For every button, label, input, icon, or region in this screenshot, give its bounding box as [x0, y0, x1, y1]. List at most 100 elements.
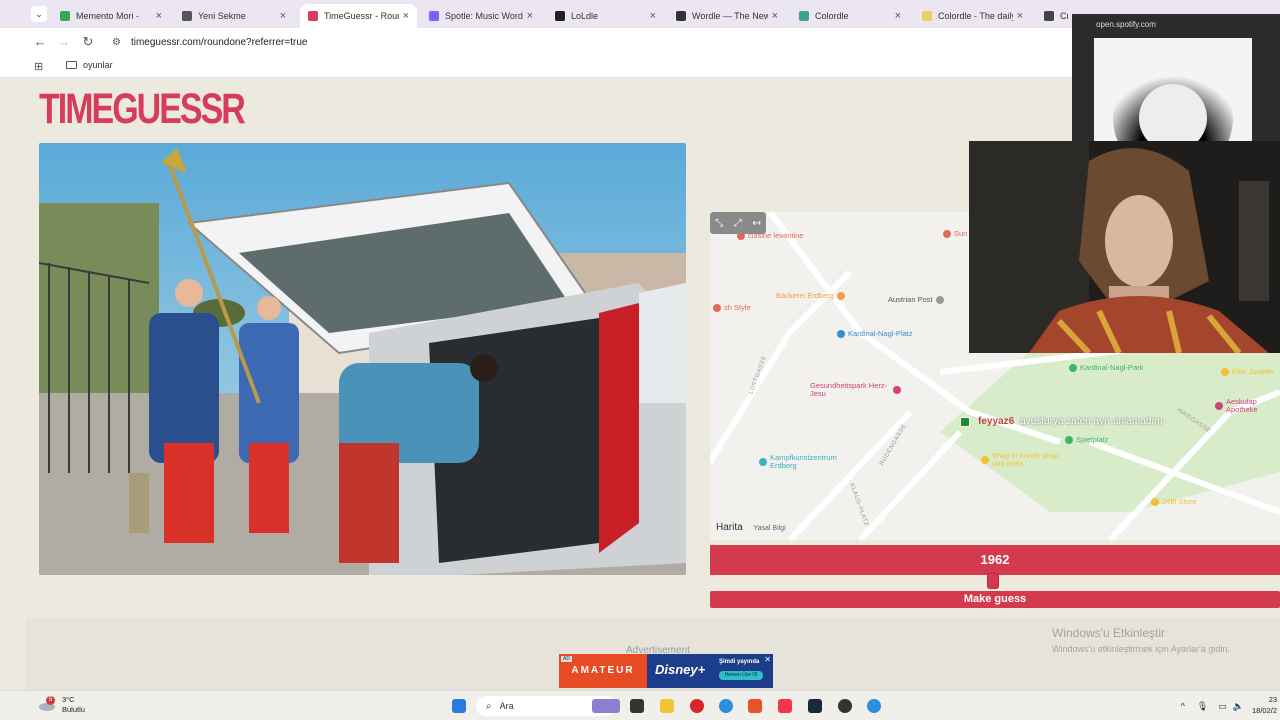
tray-chevron-icon[interactable]: ^: [1181, 701, 1185, 711]
chrome-icon[interactable]: [719, 699, 733, 713]
tab-favicon-icon: [1044, 11, 1054, 21]
map-poi[interactable]: Elite Juweler: [1218, 368, 1275, 376]
app-icon-red[interactable]: [690, 699, 704, 713]
weather-widget[interactable]: 5 3°C Bulutlu: [38, 695, 85, 715]
music-icon[interactable]: [778, 699, 792, 713]
browser-tab[interactable]: Colordle - The daily c ×: [914, 4, 1031, 28]
browser-tab[interactable]: Colordle ×: [791, 4, 909, 28]
map-controls[interactable]: ⤡ ⤢ ↤: [710, 212, 766, 234]
spotify-mini-player[interactable]: open.spotify.com: [1072, 14, 1280, 142]
taskbar-clock[interactable]: 23 18/02/2: [1252, 694, 1277, 716]
map-poi[interactable]: Aeskulap Apotheke: [1212, 398, 1280, 414]
tab-close-icon[interactable]: ×: [527, 10, 533, 22]
disney-plus-ad[interactable]: AMATEUR AD Disney+ Şimdi yayında Hemen Ü…: [559, 654, 773, 688]
mic-icon[interactable]: 🎙: [1197, 701, 1208, 712]
apps-grid-icon[interactable]: ⊞: [34, 60, 43, 73]
network-icon[interactable]: ▭: [1218, 701, 1227, 712]
map-poi[interactable]: Austrian Post: [888, 296, 947, 304]
windows-activation-watermark: Windows'u Etkinleştir Windows'u etkinleş…: [1052, 626, 1230, 654]
tab-close-icon[interactable]: ×: [895, 10, 901, 22]
spotify-url: open.spotify.com: [1096, 20, 1156, 29]
volume-icon[interactable]: 🔈: [1233, 701, 1244, 712]
tab-favicon-icon: [429, 11, 439, 21]
tab-close-icon[interactable]: ×: [650, 10, 656, 22]
poi-marker-icon: [1069, 364, 1077, 372]
poi-label: Spielplatz: [1076, 435, 1109, 444]
browser-tab[interactable]: TimeGuessr - Round ×: [300, 4, 417, 28]
tab-close-icon[interactable]: ×: [772, 10, 778, 22]
tab-close-icon[interactable]: ×: [280, 10, 286, 22]
tab-close-icon[interactable]: ×: [1017, 10, 1023, 22]
file-explorer-icon[interactable]: [660, 699, 674, 713]
poi-marker-icon: [1221, 368, 1229, 376]
widgets-icon[interactable]: [592, 699, 620, 713]
poi-label: Kardinal-Nagl-Platz: [848, 329, 913, 338]
tab-title: Memento Mori -: [76, 11, 140, 21]
tab-favicon-icon: [799, 11, 809, 21]
round-photo: [39, 143, 686, 575]
pin-map-icon[interactable]: ↤: [752, 218, 760, 229]
album-art: [1094, 38, 1252, 142]
map-poi[interactable]: sh Style: [710, 304, 751, 312]
tab-favicon-icon: [676, 11, 686, 21]
poi-marker-icon: [1065, 436, 1073, 444]
legal-link[interactable]: Yasal Bilgi: [753, 525, 785, 532]
expand-map-icon[interactable]: ⤡: [715, 218, 723, 229]
map-poi[interactable]: Kardinal-Nagl-Platz: [834, 330, 913, 338]
poi-label: Gesundheitspark Herz-Jesu: [810, 381, 888, 398]
cloud-icon: 5: [38, 696, 56, 712]
steam-icon[interactable]: [808, 699, 822, 713]
poi-marker-icon: [981, 456, 989, 464]
notification-badge: 5: [46, 696, 55, 705]
map-poi[interactable]: Bäckerei Erdberg: [776, 292, 848, 300]
map-poi[interactable]: Kampfkunstzentrum Erdberg: [756, 454, 850, 470]
ad-close-icon[interactable]: ✕: [764, 655, 771, 664]
map-poi[interactable]: Shop in handy shop und mehr: [978, 452, 1072, 468]
stream-chat-overlay: feyyaz6 avusturya zaten ayrı anlamadım: [960, 416, 1162, 427]
map-attribution[interactable]: Harita Yasal Bilgi: [716, 522, 786, 533]
poi-marker-icon: [935, 296, 944, 304]
weather-temp: 3°C: [62, 695, 75, 704]
obs-icon[interactable]: [838, 699, 852, 713]
poi-label: Kardinal-Nagl-Park: [1080, 363, 1144, 372]
browser-tab[interactable]: Wordle — The New Y ×: [668, 4, 786, 28]
shrink-map-icon[interactable]: ⤢: [734, 218, 742, 229]
task-view-icon[interactable]: [630, 699, 644, 713]
ad-cta-button[interactable]: Hemen Üye Ol: [719, 671, 763, 680]
bookmark-folder[interactable]: oyunlar: [66, 60, 113, 70]
timeguessr-logo[interactable]: TIMEGUESSR: [39, 83, 246, 136]
tab-title: Spotle: Music Wordle: [445, 11, 523, 21]
back-button[interactable]: ←: [32, 34, 48, 50]
browser-tab[interactable]: Yeni Sekme ×: [174, 4, 294, 28]
reload-button[interactable]: ↻: [80, 34, 96, 50]
tab-close-icon[interactable]: ×: [156, 10, 162, 22]
year-slider-thumb[interactable]: [987, 573, 999, 589]
forward-button[interactable]: →: [56, 34, 72, 50]
tab-search-button[interactable]: ⌄: [31, 6, 47, 22]
poi-label: Austrian Post: [888, 295, 933, 304]
chrome-alt-icon[interactable]: [867, 699, 881, 713]
tab-close-icon[interactable]: ×: [403, 10, 409, 22]
map-poi[interactable]: 24th Store: [1148, 498, 1197, 506]
browser-tab[interactable]: Cryp: [1036, 4, 1076, 28]
bookmark-folder-label: oyunlar: [83, 60, 113, 70]
browser-tab[interactable]: LoLdle ×: [547, 4, 664, 28]
chat-username: feyyaz6: [978, 416, 1015, 427]
map-poi[interactable]: Kardinal-Nagl-Park: [1066, 364, 1143, 372]
map-poi[interactable]: Spielplatz: [1062, 436, 1109, 444]
site-info-icon[interactable]: ⚙: [112, 37, 121, 48]
search-icon: ⌕: [486, 700, 492, 712]
start-icon[interactable]: [452, 699, 466, 713]
browser-tab[interactable]: Spotle: Music Wordle ×: [421, 4, 541, 28]
tab-title: Yeni Sekme: [198, 11, 246, 21]
browser-tab[interactable]: Memento Mori - ×: [52, 4, 170, 28]
tab-title: Colordle: [815, 11, 849, 21]
poi-label: Shop in handy shop und mehr: [992, 451, 1059, 468]
map-poi[interactable]: Gesundheitspark Herz-Jesu: [810, 382, 904, 398]
tab-title: TimeGuessr - Round: [324, 11, 399, 21]
tab-favicon-icon: [555, 11, 565, 21]
search-placeholder: Ara: [499, 701, 514, 711]
make-guess-button[interactable]: Make guess: [710, 591, 1280, 608]
address-bar[interactable]: ⚙ timeguessr.com/roundone?referrer=true: [104, 31, 1044, 53]
app-icon-bolt[interactable]: [748, 699, 762, 713]
